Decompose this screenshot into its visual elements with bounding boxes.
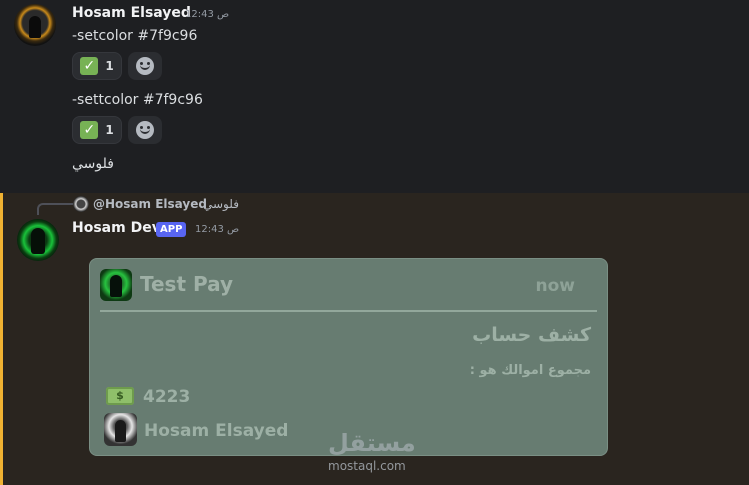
reaction-check-1[interactable]: ✓ 1 <box>72 52 122 80</box>
reply-avatar[interactable] <box>73 196 89 212</box>
add-reaction-button[interactable] <box>128 52 162 80</box>
embed-subtitle: مجموع اموالك هو : <box>469 363 591 378</box>
banknote-icon: $ <box>106 387 134 405</box>
reaction-count: 1 <box>105 59 114 73</box>
check-emoji-icon: ✓ <box>80 121 99 139</box>
embed-card: Test Pay now كشف حساب مجموع اموالك هو : … <box>89 258 608 456</box>
bot-name[interactable]: Hosam Dev <box>72 220 161 236</box>
user-thumbnail <box>104 413 137 446</box>
add-reaction-button[interactable] <box>128 116 162 144</box>
timestamp: 12:43 ص <box>195 224 240 235</box>
embed-author-icon <box>100 269 132 301</box>
check-emoji-icon: ✓ <box>80 57 99 75</box>
smile-icon <box>136 57 154 75</box>
embed-title: Test Pay <box>140 272 234 296</box>
embed-divider <box>100 310 597 312</box>
avatar-figure <box>29 16 41 38</box>
reply-mention[interactable]: @Hosam Elsayed <box>93 197 207 211</box>
avatar-figure <box>31 228 45 254</box>
message-line-2: -settcolor #7f9c96 <box>72 92 203 108</box>
balance-amount: 4223 <box>143 387 191 407</box>
message-line-1: -setcolor #7f9c96 <box>72 28 198 44</box>
app-badge: APP <box>156 222 187 237</box>
message-1: Hosam Elsayed 12:43 ص -setcolor #7f9c96 … <box>0 0 749 192</box>
user-avatar[interactable] <box>14 4 56 46</box>
avatar-figure <box>110 275 122 297</box>
reply-connector <box>37 203 73 215</box>
embed-heading: كشف حساب <box>472 324 591 346</box>
watermark-site: mostaql.com <box>328 459 406 473</box>
author-name[interactable]: Hosam Elsayed <box>72 5 191 21</box>
bot-avatar[interactable] <box>17 219 59 261</box>
reaction-count: 1 <box>105 123 114 137</box>
watermark-logo: مستقل <box>328 429 416 457</box>
smile-icon <box>136 121 154 139</box>
timestamp: 12:43 ص <box>185 9 230 20</box>
embed-user-name: Hosam Elsayed <box>144 421 289 441</box>
reply-preview[interactable]: فلوسي <box>203 197 239 211</box>
reaction-check-2[interactable]: ✓ 1 <box>72 116 122 144</box>
avatar-figure <box>115 420 126 442</box>
message-line-3: فلوسي <box>72 156 114 172</box>
embed-timestamp: now <box>535 276 576 296</box>
